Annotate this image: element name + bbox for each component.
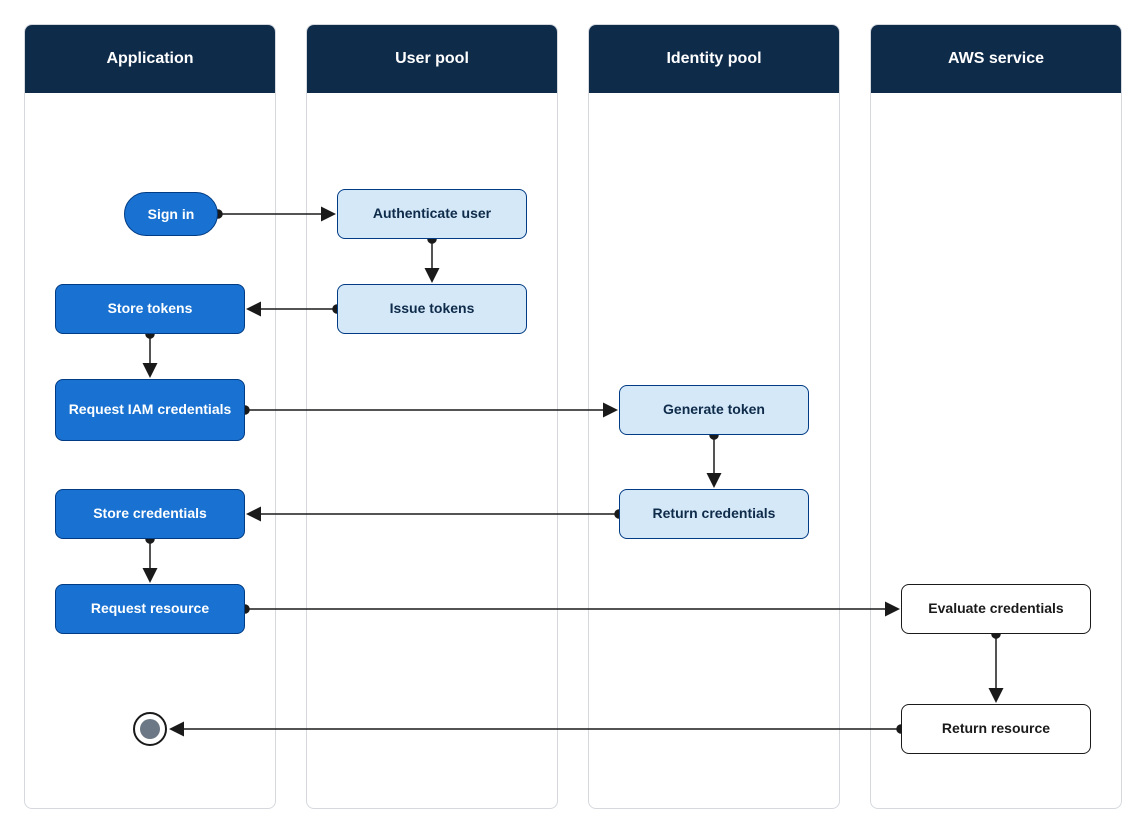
node-evaluate-credentials: Evaluate credentials <box>901 584 1091 634</box>
node-authenticate-user: Authenticate user <box>337 189 527 239</box>
node-label: Return resource <box>942 720 1050 738</box>
node-label: Issue tokens <box>390 300 475 318</box>
node-store-credentials: Store credentials <box>55 489 245 539</box>
node-generate-token: Generate token <box>619 385 809 435</box>
start-sign-in: Sign in <box>124 192 218 236</box>
lane-header-identity-pool: Identity pool <box>589 25 839 93</box>
node-return-credentials: Return credentials <box>619 489 809 539</box>
node-label: Request resource <box>91 600 209 618</box>
node-label: Generate token <box>663 401 765 419</box>
lane-header-application: Application <box>25 25 275 93</box>
sequence-diagram: Application User pool Identity pool AWS … <box>24 24 1122 809</box>
node-label: Store tokens <box>108 300 193 318</box>
end-terminal-inner <box>140 719 160 739</box>
node-request-resource: Request resource <box>55 584 245 634</box>
lane-header-aws-service: AWS service <box>871 25 1121 93</box>
node-label: Evaluate credentials <box>928 600 1063 618</box>
node-issue-tokens: Issue tokens <box>337 284 527 334</box>
start-label: Sign in <box>148 206 195 222</box>
node-request-iam-credentials: Request IAM credentials <box>55 379 245 441</box>
node-label: Request IAM credentials <box>69 401 232 419</box>
node-label: Return credentials <box>653 505 776 523</box>
node-label: Store credentials <box>93 505 207 523</box>
node-store-tokens: Store tokens <box>55 284 245 334</box>
node-return-resource: Return resource <box>901 704 1091 754</box>
lane-aws-service: AWS service <box>870 24 1122 809</box>
end-terminal <box>133 712 167 746</box>
lane-user-pool: User pool <box>306 24 558 809</box>
lane-header-user-pool: User pool <box>307 25 557 93</box>
node-label: Authenticate user <box>373 205 491 223</box>
